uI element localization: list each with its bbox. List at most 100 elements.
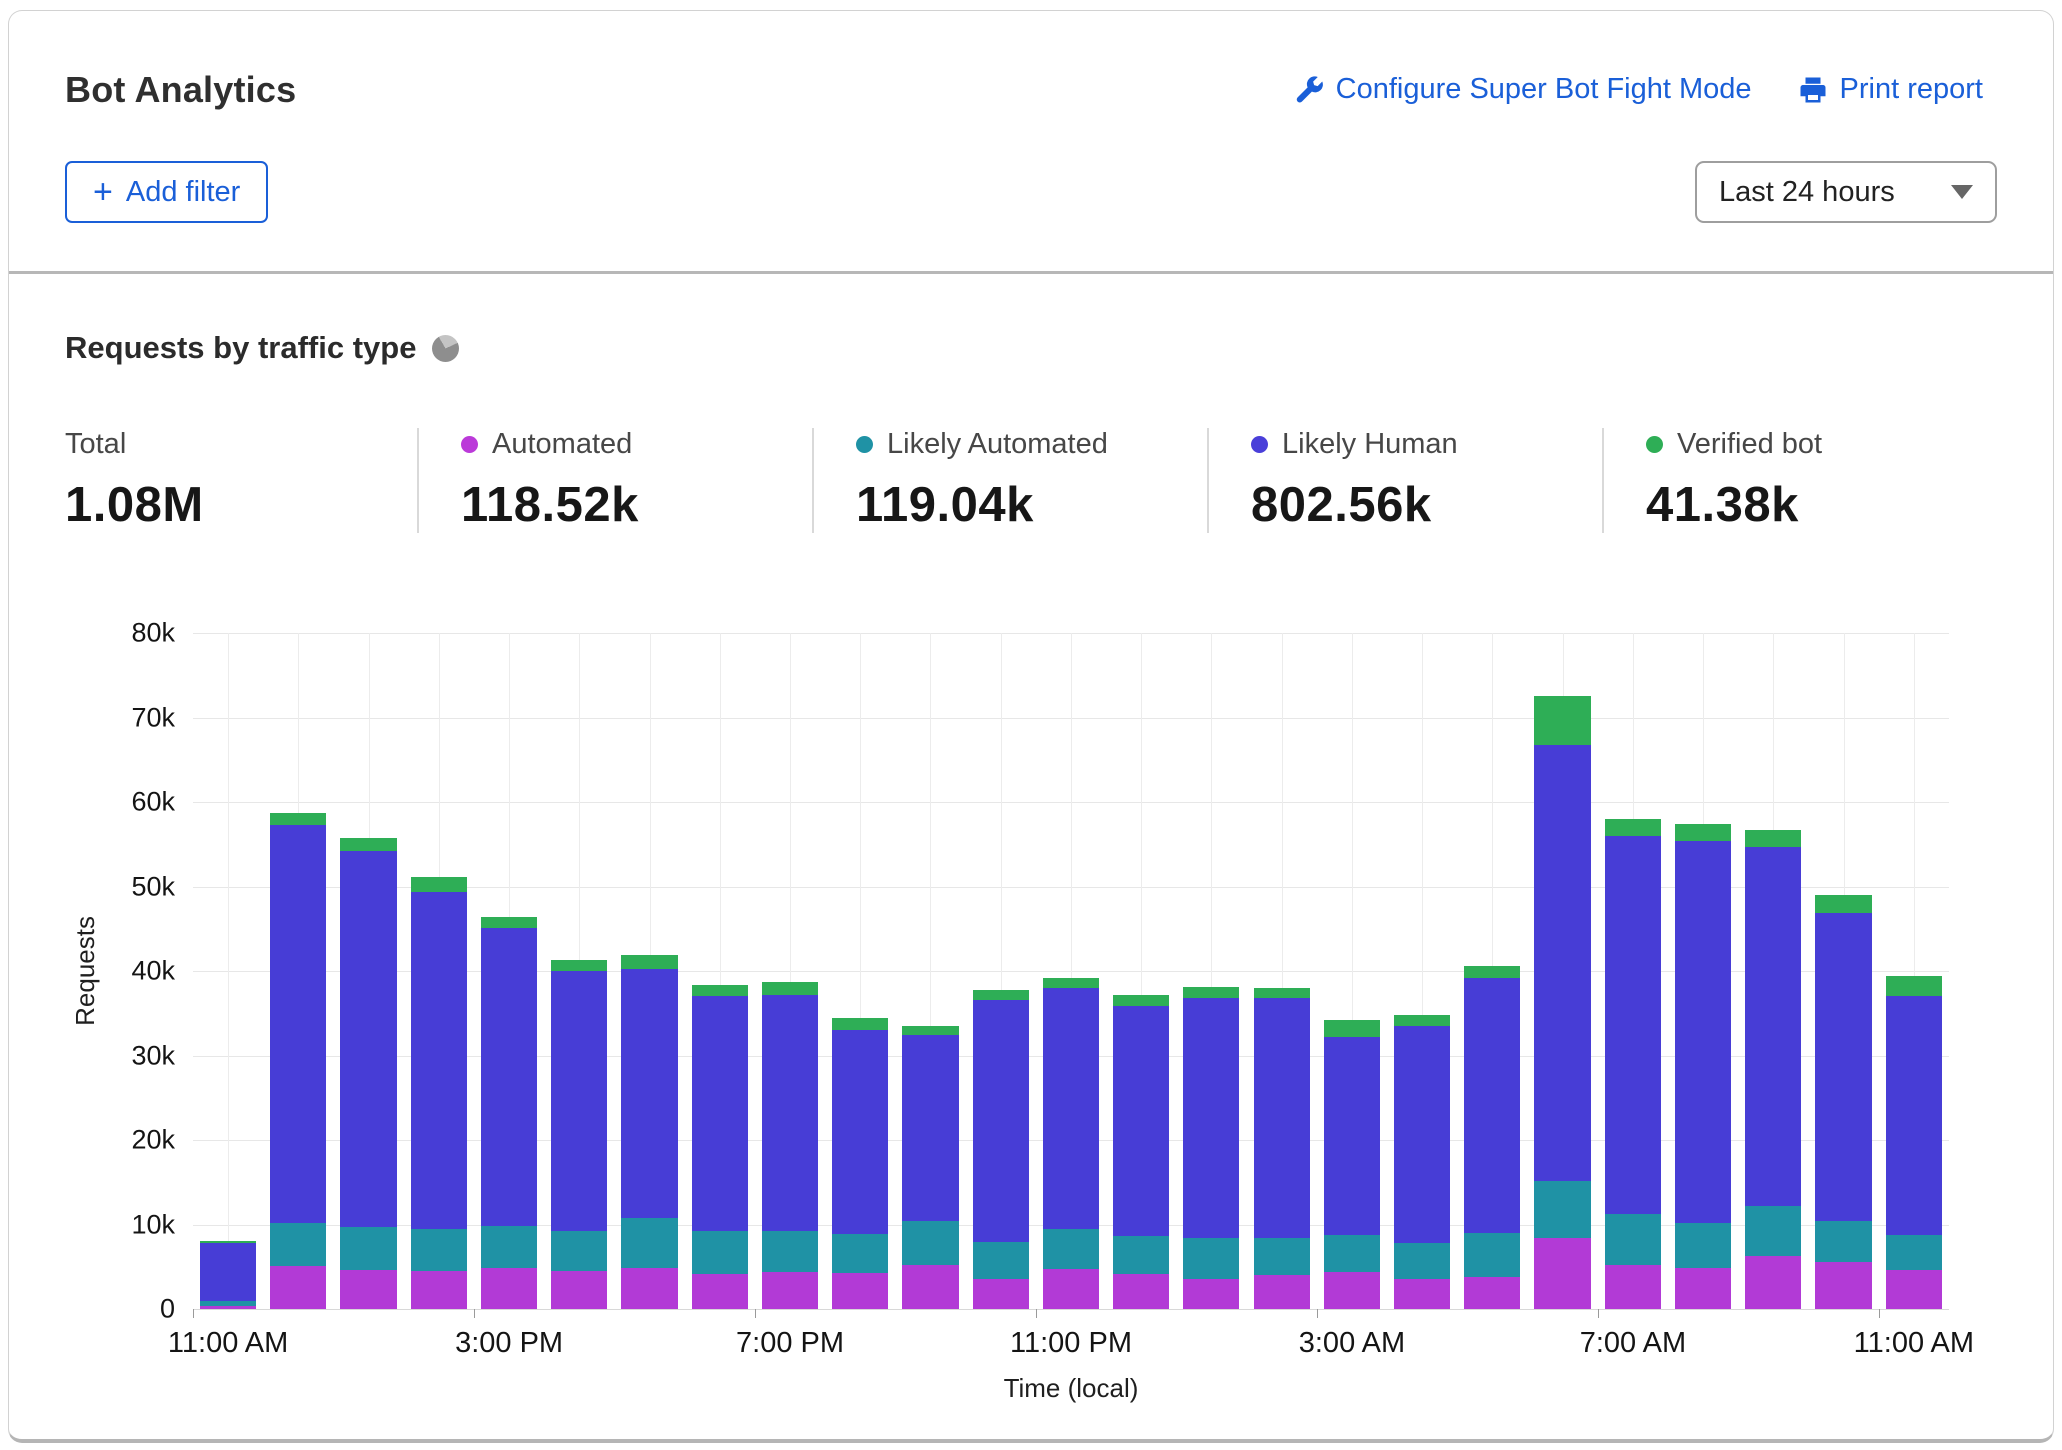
stacked-bar[interactable]: [1815, 895, 1871, 1309]
stacked-bar[interactable]: [1886, 976, 1942, 1309]
bar-segment[interactable]: [1183, 998, 1239, 1238]
bar-segment[interactable]: [1183, 1279, 1239, 1309]
bar-segment[interactable]: [1324, 1020, 1380, 1037]
bar-segment[interactable]: [481, 1268, 537, 1309]
stacked-bar[interactable]: [692, 985, 748, 1309]
stacked-bar[interactable]: [973, 990, 1029, 1309]
bar-segment[interactable]: [1675, 841, 1731, 1223]
bar-segment[interactable]: [1745, 1206, 1801, 1256]
bar-segment[interactable]: [551, 971, 607, 1231]
bar-segment[interactable]: [1886, 1270, 1942, 1309]
bar-segment[interactable]: [1254, 988, 1310, 998]
bar-segment[interactable]: [1534, 745, 1590, 1180]
stacked-bar[interactable]: [551, 960, 607, 1309]
bar-segment[interactable]: [1394, 1243, 1450, 1278]
bar-segment[interactable]: [621, 1268, 677, 1309]
stat-likely-human[interactable]: Likely Human 802.56k: [1207, 428, 1602, 533]
bar-segment[interactable]: [270, 813, 326, 825]
bar-segment[interactable]: [692, 996, 748, 1231]
bar-segment[interactable]: [1815, 913, 1871, 1221]
bar-segment[interactable]: [832, 1234, 888, 1273]
stacked-bar[interactable]: [1183, 987, 1239, 1309]
bar-segment[interactable]: [973, 1000, 1029, 1243]
bar-segment[interactable]: [692, 985, 748, 997]
stacked-bar[interactable]: [200, 1241, 256, 1309]
bar-segment[interactable]: [1394, 1279, 1450, 1309]
bar-segment[interactable]: [1815, 1221, 1871, 1262]
bar-segment[interactable]: [902, 1035, 958, 1221]
stacked-bar[interactable]: [1254, 988, 1310, 1309]
stacked-bar[interactable]: [1605, 819, 1661, 1309]
bar-segment[interactable]: [1464, 978, 1520, 1233]
bar-segment[interactable]: [1043, 978, 1099, 988]
bar-segment[interactable]: [1113, 1274, 1169, 1309]
bar-segment[interactable]: [621, 1218, 677, 1268]
bar-segment[interactable]: [481, 1226, 537, 1267]
configure-super-bot-fight-mode-link[interactable]: Configure Super Bot Fight Mode: [1294, 73, 1752, 106]
bar-segment[interactable]: [340, 1270, 396, 1309]
bar-segment[interactable]: [973, 1279, 1029, 1309]
bar-segment[interactable]: [1464, 1233, 1520, 1277]
stat-automated[interactable]: Automated 118.52k: [417, 428, 812, 533]
bar-segment[interactable]: [1675, 1223, 1731, 1269]
stacked-bar[interactable]: [902, 1026, 958, 1309]
stacked-bar[interactable]: [481, 917, 537, 1309]
bar-segment[interactable]: [1675, 824, 1731, 841]
print-report-link[interactable]: Print report: [1798, 73, 1983, 106]
bar-segment[interactable]: [1254, 1275, 1310, 1309]
bar-segment[interactable]: [1534, 1181, 1590, 1238]
bar-segment[interactable]: [481, 928, 537, 1226]
bar-segment[interactable]: [621, 955, 677, 969]
bar-segment[interactable]: [411, 892, 467, 1229]
bar-segment[interactable]: [1745, 830, 1801, 847]
bar-segment[interactable]: [762, 1272, 818, 1309]
bar-segment[interactable]: [1534, 1238, 1590, 1309]
bar-segment[interactable]: [621, 969, 677, 1217]
bar-segment[interactable]: [411, 1229, 467, 1271]
bar-segment[interactable]: [762, 982, 818, 995]
bar-segment[interactable]: [551, 1231, 607, 1271]
stat-verified-bot[interactable]: Verified bot 41.38k: [1602, 428, 1997, 533]
stacked-bar[interactable]: [1324, 1020, 1380, 1309]
bar-segment[interactable]: [1605, 1214, 1661, 1265]
bar-segment[interactable]: [832, 1018, 888, 1030]
bar-segment[interactable]: [1605, 819, 1661, 836]
bar-segment[interactable]: [551, 960, 607, 971]
bar-segment[interactable]: [902, 1221, 958, 1265]
stacked-bar[interactable]: [1043, 978, 1099, 1309]
bar-segment[interactable]: [1113, 995, 1169, 1006]
add-filter-button[interactable]: + Add filter: [65, 161, 268, 223]
stacked-bar[interactable]: [1534, 696, 1590, 1309]
bar-segment[interactable]: [762, 995, 818, 1232]
bar-segment[interactable]: [1745, 1256, 1801, 1309]
stacked-bar[interactable]: [1745, 830, 1801, 1309]
stacked-bar[interactable]: [832, 1018, 888, 1309]
bar-segment[interactable]: [902, 1026, 958, 1035]
bar-segment[interactable]: [1745, 847, 1801, 1206]
bar-segment[interactable]: [973, 990, 1029, 1000]
stacked-bar[interactable]: [270, 813, 326, 1309]
bar-segment[interactable]: [200, 1306, 256, 1309]
bar-segment[interactable]: [270, 825, 326, 1223]
bar-segment[interactable]: [1183, 987, 1239, 998]
bar-segment[interactable]: [411, 877, 467, 891]
bar-segment[interactable]: [1675, 1268, 1731, 1309]
bar-segment[interactable]: [1043, 1229, 1099, 1270]
bar-segment[interactable]: [340, 1227, 396, 1270]
bar-segment[interactable]: [1254, 998, 1310, 1238]
bar-segment[interactable]: [1464, 1277, 1520, 1309]
bar-segment[interactable]: [551, 1271, 607, 1309]
stacked-bar[interactable]: [411, 877, 467, 1309]
bar-segment[interactable]: [1324, 1037, 1380, 1235]
stacked-bar[interactable]: [340, 838, 396, 1309]
bar-segment[interactable]: [832, 1273, 888, 1309]
stacked-bar[interactable]: [1113, 995, 1169, 1309]
bar-segment[interactable]: [832, 1030, 888, 1234]
bar-segment[interactable]: [1394, 1015, 1450, 1026]
bar-segment[interactable]: [1113, 1006, 1169, 1237]
bar-segment[interactable]: [902, 1265, 958, 1309]
bar-segment[interactable]: [1534, 696, 1590, 745]
time-range-dropdown[interactable]: Last 24 hours: [1695, 161, 1997, 223]
stat-likely-automated[interactable]: Likely Automated 119.04k: [812, 428, 1207, 533]
bar-segment[interactable]: [1394, 1026, 1450, 1243]
